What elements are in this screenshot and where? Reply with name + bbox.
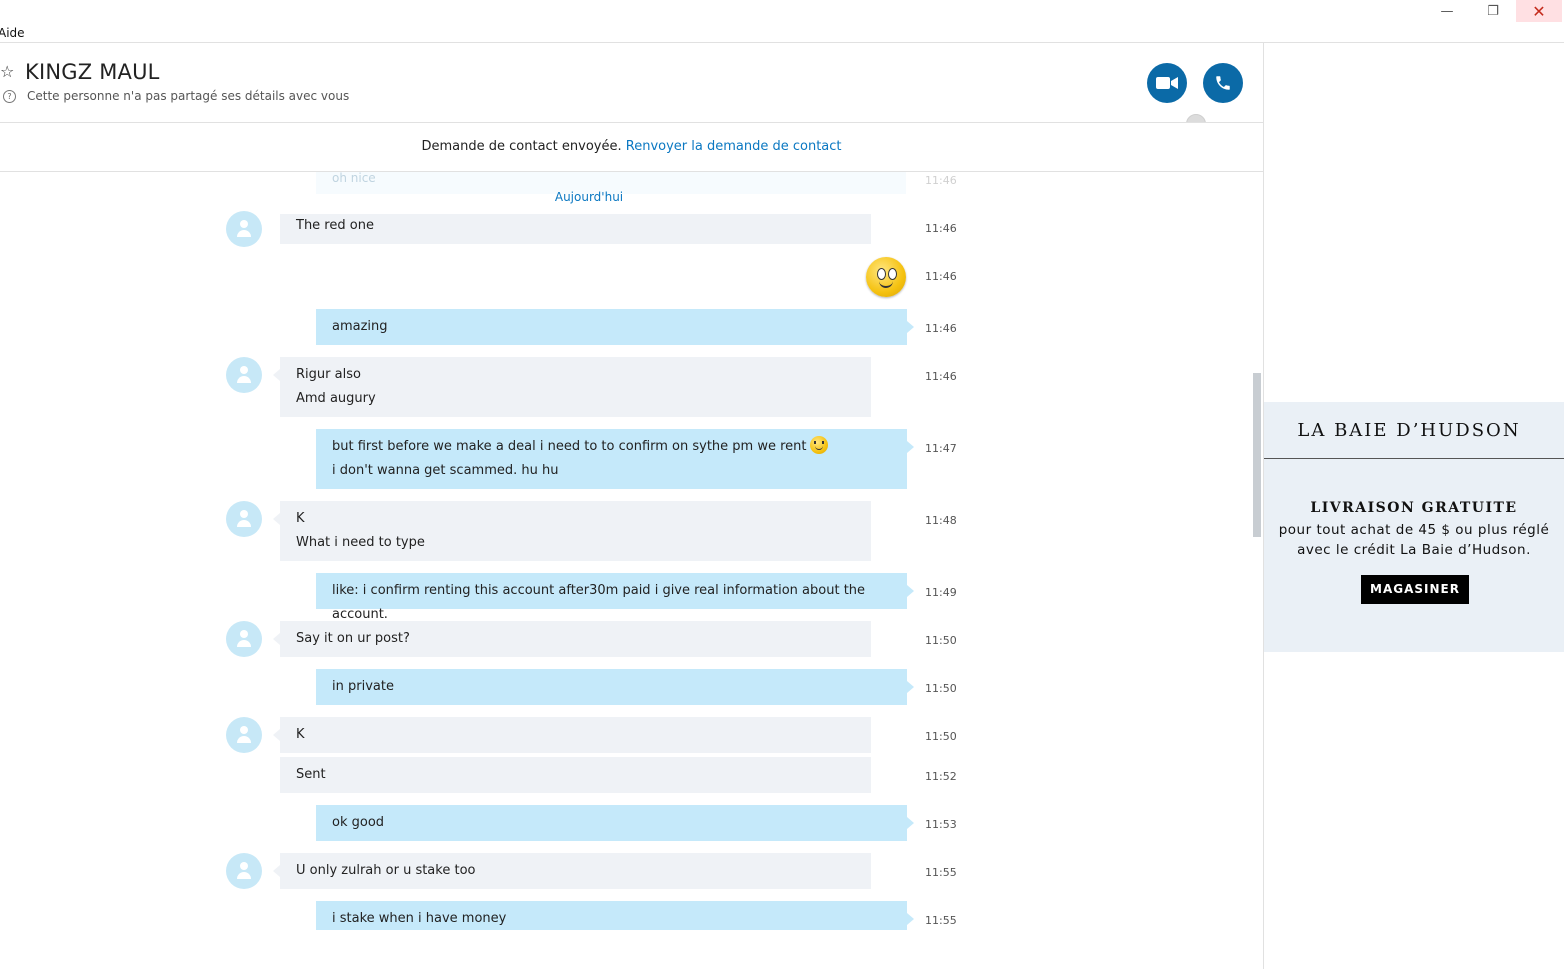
avatar[interactable] bbox=[226, 853, 262, 889]
chat-scrollbar-thumb[interactable] bbox=[1253, 373, 1261, 537]
message-text: What i need to type bbox=[296, 535, 425, 550]
message-text: K bbox=[296, 727, 305, 742]
message-text: i don't wanna get scammed. hu hu bbox=[332, 463, 559, 478]
divider bbox=[1264, 42, 1564, 43]
minimize-button[interactable]: — bbox=[1424, 0, 1470, 22]
message-text: Amd augury bbox=[296, 391, 376, 406]
message-time: 11:46 bbox=[925, 270, 957, 283]
outgoing-message[interactable]: but first before we make a deal i need t… bbox=[316, 429, 914, 489]
star-icon[interactable]: ☆ bbox=[0, 62, 14, 81]
message-time: 11:53 bbox=[925, 818, 957, 831]
contact-request-bar: Demande de contact envoyée. Renvoyer la … bbox=[0, 123, 1263, 172]
message-text: but first before we make a deal i need t… bbox=[332, 439, 807, 454]
incoming-message[interactable]: Sent bbox=[280, 757, 871, 793]
window-titlebar: Aide — ❐ ✕ bbox=[0, 0, 1564, 42]
message-time: 11:46 bbox=[925, 222, 957, 235]
chat-history[interactable]: oh nice 11:46 Aujourd'hui The red one 11… bbox=[0, 172, 1250, 930]
ad-shop-button[interactable]: MAGASINER bbox=[1361, 575, 1469, 604]
message-time: 11:55 bbox=[925, 866, 957, 879]
incoming-message[interactable]: The red one bbox=[280, 214, 871, 244]
avatar[interactable] bbox=[226, 357, 262, 393]
message-text: amazing bbox=[332, 319, 388, 334]
outgoing-message[interactable]: in private bbox=[316, 669, 914, 705]
menu-help[interactable]: Aide bbox=[0, 26, 25, 40]
message-text: Rigur also bbox=[296, 367, 361, 382]
divider bbox=[0, 42, 1263, 43]
video-camera-icon bbox=[1156, 77, 1178, 89]
ad-divider bbox=[1264, 458, 1564, 459]
message-time: 11:48 bbox=[925, 514, 957, 527]
message-time: 11:50 bbox=[925, 634, 957, 647]
avatar[interactable] bbox=[226, 211, 262, 247]
audio-call-button[interactable] bbox=[1203, 63, 1243, 103]
restore-button[interactable]: ❐ bbox=[1470, 0, 1516, 22]
message-text: i stake when i have money bbox=[332, 911, 507, 926]
restore-icon: ❐ bbox=[1487, 3, 1499, 19]
ad-body-line: avec le crédit La Baie d’Hudson. bbox=[1297, 542, 1531, 558]
ad-body-line: pour tout achat de 45 $ ou plus réglé bbox=[1278, 522, 1550, 538]
message-time: 11:50 bbox=[925, 682, 957, 695]
ad-headline: LIVRAISON GRATUITE bbox=[1310, 500, 1518, 516]
outgoing-message[interactable]: amazing bbox=[316, 309, 914, 345]
message-text: The red one bbox=[296, 218, 374, 233]
contact-name[interactable]: KINGZ MAUL bbox=[25, 60, 160, 84]
message-text: Sent bbox=[296, 767, 326, 782]
outgoing-message[interactable]: i stake when i have money bbox=[316, 901, 914, 930]
privacy-note: Cette personne n'a pas partagé ses détai… bbox=[27, 89, 350, 103]
message-time: 11:49 bbox=[925, 586, 957, 599]
message-time: 11:46 bbox=[925, 370, 957, 383]
message-text: ok good bbox=[332, 815, 385, 830]
close-button[interactable]: ✕ bbox=[1516, 0, 1562, 22]
video-call-button[interactable] bbox=[1147, 63, 1187, 103]
message-time: 11:52 bbox=[925, 770, 957, 783]
date-separator: Aujourd'hui bbox=[554, 190, 624, 204]
smile-emoticon-icon bbox=[809, 436, 828, 454]
outgoing-message[interactable]: like: i confirm renting this account aft… bbox=[316, 573, 914, 622]
message-text: Say it on ur post? bbox=[296, 631, 410, 646]
avatar[interactable] bbox=[226, 717, 262, 753]
incoming-message[interactable]: Say it on ur post? bbox=[273, 621, 871, 657]
message-text: U only zulrah or u stake too bbox=[296, 863, 476, 878]
message-time: 11:47 bbox=[925, 442, 957, 455]
outgoing-message[interactable]: ok good bbox=[316, 805, 914, 841]
advertisement-banner[interactable]: LA BAIE D’HUDSON LIVRAISON GRATUITE pour… bbox=[1264, 402, 1564, 652]
incoming-message[interactable]: Rigur also Amd augury bbox=[273, 357, 871, 417]
message-text: like: i confirm renting this account aft… bbox=[332, 583, 866, 622]
smile-emoticon-icon[interactable] bbox=[866, 257, 906, 297]
avatar[interactable] bbox=[226, 621, 262, 657]
message-time: 11:55 bbox=[925, 914, 957, 927]
message-time: 11:46 bbox=[925, 322, 957, 335]
faded-message-text: oh nice bbox=[332, 172, 376, 185]
close-icon: ✕ bbox=[1532, 1, 1546, 21]
message-time: 11:50 bbox=[925, 730, 957, 743]
incoming-message[interactable]: U only zulrah or u stake too bbox=[273, 853, 871, 889]
avatar[interactable] bbox=[226, 501, 262, 537]
incoming-message[interactable]: K bbox=[273, 717, 871, 753]
message-line: but first before we make a deal i need t… bbox=[332, 435, 891, 459]
phone-icon bbox=[1216, 76, 1230, 90]
minimize-icon: — bbox=[1440, 3, 1454, 19]
message-text: in private bbox=[332, 679, 394, 694]
ad-brand-logo: LA BAIE D’HUDSON bbox=[1297, 420, 1521, 441]
contact-request-status: Demande de contact envoyée. bbox=[421, 139, 622, 154]
info-icon: ? bbox=[3, 90, 16, 103]
faded-message-time: 11:46 bbox=[925, 174, 957, 187]
resend-request-link[interactable]: Renvoyer la demande de contact bbox=[626, 139, 842, 154]
incoming-message[interactable]: K What i need to type bbox=[273, 501, 871, 561]
message-text: K bbox=[296, 511, 305, 526]
ad-body: pour tout achat de 45 $ ou plus réglé av… bbox=[1264, 520, 1564, 560]
